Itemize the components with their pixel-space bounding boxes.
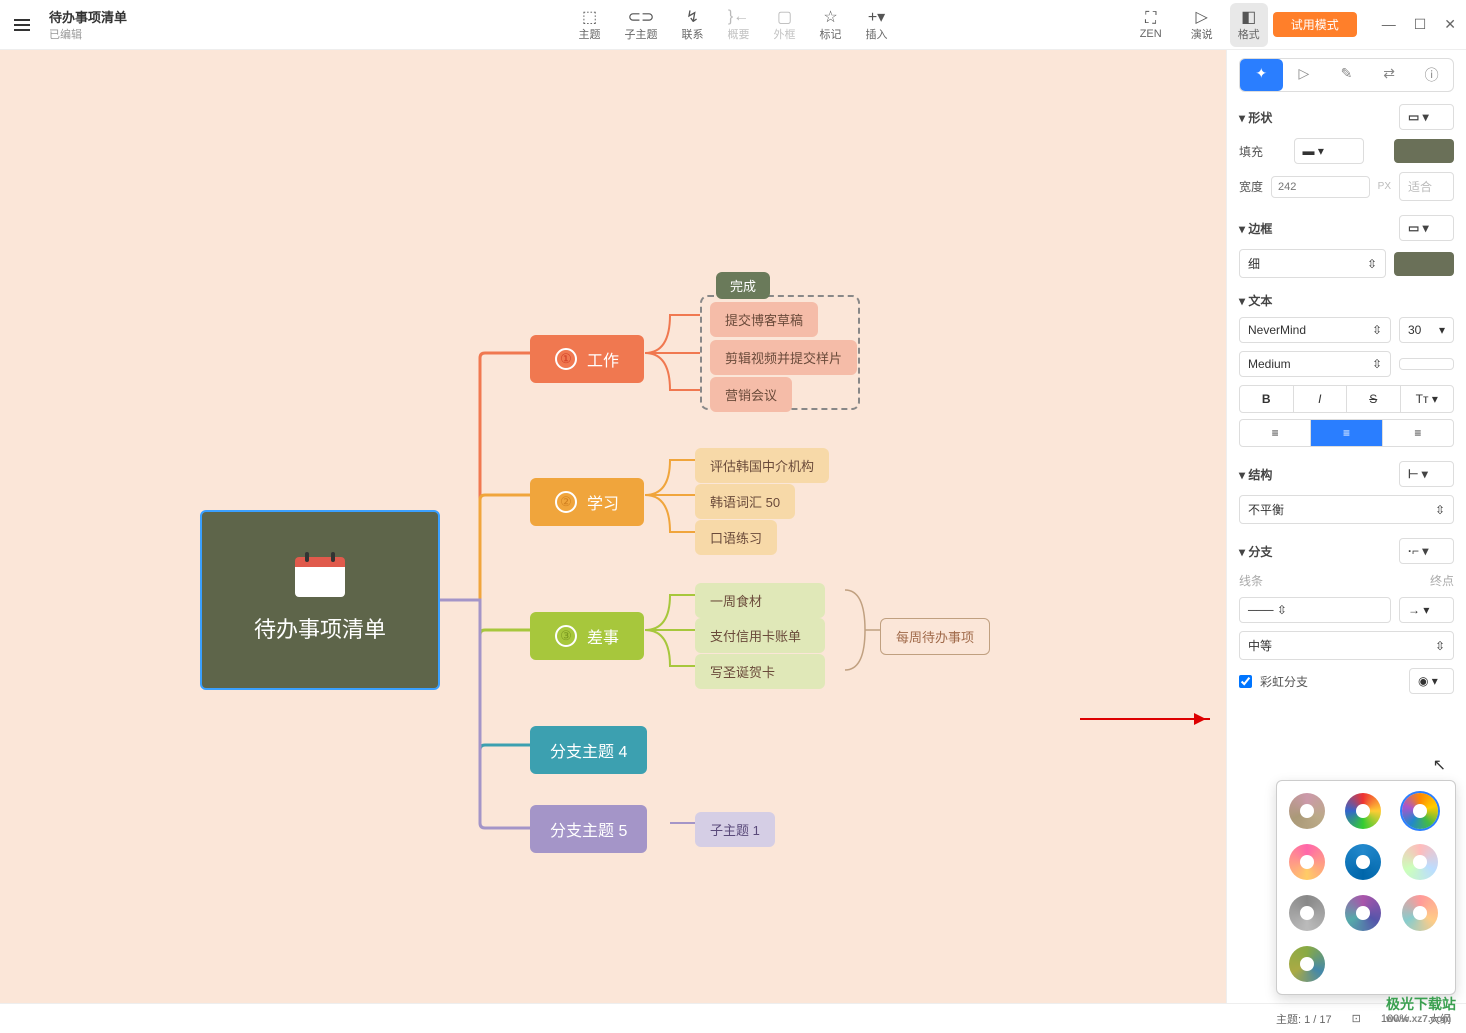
color-option-6[interactable] [1402,844,1438,880]
align-group: ≡ ≡ ≡ [1239,419,1454,447]
rainbow-color-popup [1276,780,1456,995]
branch-icon[interactable]: ·⌐ ▾ [1399,538,1454,564]
status-bar: 主题: 1 / 17 ⊡ 100% 大纲 [0,1003,1466,1033]
color-option-9[interactable] [1402,895,1438,931]
document-title: 待办事项清单 [49,7,127,26]
summary-node[interactable]: 每周待办事项 [880,618,990,655]
rainbow-dropdown[interactable]: ◉ ▾ [1409,668,1454,694]
present-button[interactable]: ▷演说 [1179,3,1225,47]
tab-play[interactable]: ▷ [1283,59,1326,91]
border-style-select[interactable]: 细 ⇳ [1239,249,1386,278]
leaf-node[interactable]: 口语练习 [695,520,777,555]
tab-info[interactable]: ⓘ [1410,59,1453,91]
structure-select[interactable]: 不平衡 ⇳ [1239,495,1454,524]
font-size[interactable]: 30 ▾ [1399,317,1454,343]
annotation-arrow [1080,718,1210,720]
align-left[interactable]: ≡ [1240,420,1311,446]
root-label: 待办事项清单 [254,612,386,644]
color-option-1[interactable] [1289,793,1325,829]
bold-button[interactable]: B [1240,386,1294,412]
trial-mode-button[interactable]: 试用模式 [1273,12,1357,37]
text-color[interactable] [1399,358,1454,370]
branch-topic5[interactable]: 分支主题 5 [530,805,647,853]
document-title-block: 待办事项清单 已编辑 [49,7,127,42]
topic-count: 主题: 1 / 17 [1276,1011,1332,1027]
font-weight[interactable]: Medium ⇳ [1239,351,1391,377]
font-select[interactable]: NeverMind ⇳ [1239,317,1391,343]
root-node[interactable]: 待办事项清单 [200,510,440,690]
color-option-3[interactable] [1402,793,1438,829]
border-shape[interactable]: ▭ ▾ [1399,215,1454,241]
toolbar-marker[interactable]: ☆标记 [808,3,854,47]
tab-note[interactable]: ✎ [1325,59,1368,91]
color-option-2[interactable] [1345,793,1381,829]
color-option-4[interactable] [1289,844,1325,880]
cursor-icon: ↖ [1433,755,1446,775]
tab-struct[interactable]: ⇄ [1368,59,1411,91]
leaf-node[interactable]: 营销会议 [710,377,792,412]
thickness-select[interactable]: 中等 ⇳ [1239,631,1454,660]
branch-topic4[interactable]: 分支主题 4 [530,726,647,774]
color-option-5[interactable] [1345,844,1381,880]
format-button[interactable]: ◧格式 [1230,3,1268,47]
border-color[interactable] [1394,252,1454,276]
toolbar-insert[interactable]: +▾插入 [854,3,900,47]
text-style-group: B I S Tт ▾ [1239,385,1454,413]
tab-style[interactable]: ✦ [1240,59,1283,91]
zen-button[interactable]: ⛶ZEN [1128,5,1174,45]
shape-select[interactable]: ▭ ▾ [1399,104,1454,130]
toolbar-summary: }←概要 [716,3,762,47]
leaf-node[interactable]: 提交博客草稿 [710,302,818,337]
toolbar-relation[interactable]: ↯联系 [670,3,716,47]
map-icon[interactable]: ⊡ [1352,1012,1361,1025]
toolbar-right: ⛶ZEN ▷演说 ◧格式 试用模式 — ☐ ✕ [1128,3,1456,47]
leaf-node[interactable]: 韩语词汇 50 [695,484,795,519]
italic-button[interactable]: I [1294,386,1348,412]
align-right[interactable]: ≡ [1383,420,1453,446]
color-option-7[interactable] [1289,895,1325,931]
branch-study[interactable]: ②学习 [530,478,644,526]
leaf-node[interactable]: 支付信用卡账单 [695,618,825,653]
fit-button[interactable]: 适合 [1399,172,1454,201]
maximize-button[interactable]: ☐ [1414,16,1427,33]
watermark: 极光下载站 www.xz7.com [1386,994,1456,1025]
title-bar: 待办事项清单 已编辑 ⬚主题 ⊂⊃子主题 ↯联系 }←概要 ▢外框 ☆标记 +▾… [0,0,1466,50]
calendar-icon [295,557,345,597]
leaf-node[interactable]: 评估韩国中介机构 [695,448,829,483]
group-label[interactable]: 完成 [716,272,770,299]
color-option-8[interactable] [1345,895,1381,931]
toolbar-subtopic[interactable]: ⊂⊃子主题 [613,3,670,47]
minimize-button[interactable]: — [1382,16,1396,33]
hamburger-menu[interactable] [10,13,34,37]
fill-type-select[interactable]: ▬ ▾ [1294,138,1364,164]
rainbow-checkbox[interactable] [1239,675,1252,688]
width-input[interactable] [1271,176,1370,198]
case-button[interactable]: Tт ▾ [1401,386,1454,412]
leaf-node[interactable]: 子主题 1 [695,812,775,847]
strike-button[interactable]: S [1347,386,1401,412]
line-end[interactable]: → ▾ [1399,597,1454,623]
toolbar-boundary: ▢外框 [762,3,808,47]
leaf-node[interactable]: 一周食材 [695,583,825,618]
toolbar-topic[interactable]: ⬚主题 [567,3,613,47]
toolbar: ⬚主题 ⊂⊃子主题 ↯联系 }←概要 ▢外框 ☆标记 +▾插入 [567,3,900,47]
mindmap-canvas[interactable]: 待办事项清单 完成 ①工作 提交博客草稿 剪辑视频并提交样片 营销会议 ②学习 … [0,50,1226,1003]
color-option-10[interactable] [1289,946,1325,982]
leaf-node[interactable]: 剪辑视频并提交样片 [710,340,857,375]
structure-icon[interactable]: ⊢ ▾ [1399,461,1454,487]
close-button[interactable]: ✕ [1444,16,1456,33]
align-center[interactable]: ≡ [1311,420,1382,446]
line-style[interactable]: ─── ⇳ [1239,597,1391,623]
fill-color[interactable] [1394,139,1454,163]
leaf-node[interactable]: 写圣诞贺卡 [695,654,825,689]
connectors [0,50,1226,1003]
branch-work[interactable]: ①工作 [530,335,644,383]
document-status: 已编辑 [49,26,127,42]
branch-errands[interactable]: ③差事 [530,612,644,660]
